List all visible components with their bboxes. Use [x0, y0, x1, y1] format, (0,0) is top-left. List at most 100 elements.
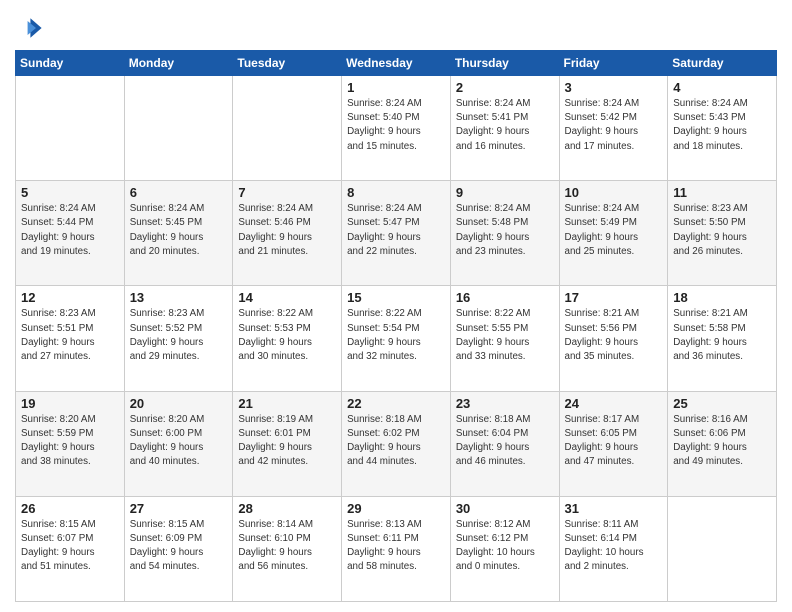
calendar-table: SundayMondayTuesdayWednesdayThursdayFrid… — [15, 50, 777, 602]
day-info: Sunrise: 8:16 AM Sunset: 6:06 PM Dayligh… — [673, 413, 771, 470]
day-info: Sunrise: 8:24 AM Sunset: 5:43 PM Dayligh… — [673, 97, 771, 154]
day-number: 28 — [238, 501, 336, 516]
calendar-header: SundayMondayTuesdayWednesdayThursdayFrid… — [16, 51, 777, 76]
day-number: 29 — [347, 501, 445, 516]
day-info: Sunrise: 8:24 AM Sunset: 5:45 PM Dayligh… — [130, 202, 228, 259]
day-number: 21 — [238, 396, 336, 411]
logo-icon — [15, 14, 43, 42]
day-number: 20 — [130, 396, 228, 411]
day-number: 12 — [21, 290, 119, 305]
day-number: 15 — [347, 290, 445, 305]
day-number: 14 — [238, 290, 336, 305]
day-cell: 7 Sunrise: 8:24 AM Sunset: 5:46 PM Daylig… — [233, 181, 342, 286]
weekday-header-monday: Monday — [124, 51, 233, 76]
day-info: Sunrise: 8:23 AM Sunset: 5:52 PM Dayligh… — [130, 307, 228, 364]
calendar-body: 1 Sunrise: 8:24 AM Sunset: 5:40 PM Daylig… — [16, 76, 777, 602]
day-cell: 22 Sunrise: 8:18 AM Sunset: 6:02 PM Dayli… — [342, 391, 451, 496]
weekday-header-tuesday: Tuesday — [233, 51, 342, 76]
day-cell: 26Sunrise: 8:15 AM Sunset: 6:07 PM Dayli… — [16, 496, 125, 601]
day-cell: 3Sunrise: 8:24 AM Sunset: 5:42 PM Daylig… — [559, 76, 668, 181]
day-info: Sunrise: 8:24 AM Sunset: 5:49 PM Dayligh… — [565, 202, 663, 259]
day-cell: 13 Sunrise: 8:23 AM Sunset: 5:52 PM Dayli… — [124, 286, 233, 391]
day-cell: 11Sunrise: 8:23 AM Sunset: 5:50 PM Dayli… — [668, 181, 777, 286]
day-cell: 10 Sunrise: 8:24 AM Sunset: 5:49 PM Dayli… — [559, 181, 668, 286]
day-number: 22 — [347, 396, 445, 411]
day-number: 3 — [565, 80, 663, 95]
day-number: 25 — [673, 396, 771, 411]
day-info: Sunrise: 8:13 AM Sunset: 6:11 PM Dayligh… — [347, 518, 445, 575]
day-info: Sunrise: 8:22 AM Sunset: 5:53 PM Dayligh… — [238, 307, 336, 364]
day-number: 18 — [673, 290, 771, 305]
day-info: Sunrise: 8:24 AM Sunset: 5:41 PM Dayligh… — [456, 97, 554, 154]
day-info: Sunrise: 8:15 AM Sunset: 6:07 PM Dayligh… — [21, 518, 119, 575]
weekday-header-saturday: Saturday — [668, 51, 777, 76]
day-info: Sunrise: 8:18 AM Sunset: 6:04 PM Dayligh… — [456, 413, 554, 470]
day-info: Sunrise: 8:24 AM Sunset: 5:44 PM Dayligh… — [21, 202, 119, 259]
day-cell: 6 Sunrise: 8:24 AM Sunset: 5:45 PM Daylig… — [124, 181, 233, 286]
day-number: 17 — [565, 290, 663, 305]
day-cell: 30 Sunrise: 8:12 AM Sunset: 6:12 PM Dayli… — [450, 496, 559, 601]
day-cell — [16, 76, 125, 181]
week-row-4: 19 Sunrise: 8:20 AM Sunset: 5:59 PM Dayli… — [16, 391, 777, 496]
day-number: 23 — [456, 396, 554, 411]
day-info: Sunrise: 8:20 AM Sunset: 6:00 PM Dayligh… — [130, 413, 228, 470]
day-info: Sunrise: 8:24 AM Sunset: 5:40 PM Dayligh… — [347, 97, 445, 154]
day-number: 16 — [456, 290, 554, 305]
day-number: 7 — [238, 185, 336, 200]
day-cell: 21 Sunrise: 8:19 AM Sunset: 6:01 PM Dayli… — [233, 391, 342, 496]
day-cell: 4 Sunrise: 8:24 AM Sunset: 5:43 PM Daylig… — [668, 76, 777, 181]
week-row-1: 1 Sunrise: 8:24 AM Sunset: 5:40 PM Daylig… — [16, 76, 777, 181]
day-info: Sunrise: 8:22 AM Sunset: 5:55 PM Dayligh… — [456, 307, 554, 364]
day-number: 6 — [130, 185, 228, 200]
day-cell: 25 Sunrise: 8:16 AM Sunset: 6:06 PM Dayli… — [668, 391, 777, 496]
day-cell: 31 Sunrise: 8:11 AM Sunset: 6:14 PM Dayli… — [559, 496, 668, 601]
day-cell: 19 Sunrise: 8:20 AM Sunset: 5:59 PM Dayli… — [16, 391, 125, 496]
day-cell: 2 Sunrise: 8:24 AM Sunset: 5:41 PM Daylig… — [450, 76, 559, 181]
header — [15, 10, 777, 42]
day-cell: 17 Sunrise: 8:21 AM Sunset: 5:56 PM Dayli… — [559, 286, 668, 391]
day-number: 9 — [456, 185, 554, 200]
logo — [15, 14, 45, 42]
day-info: Sunrise: 8:23 AM Sunset: 5:51 PM Dayligh… — [21, 307, 119, 364]
day-number: 19 — [21, 396, 119, 411]
day-number: 27 — [130, 501, 228, 516]
day-number: 10 — [565, 185, 663, 200]
weekday-row: SundayMondayTuesdayWednesdayThursdayFrid… — [16, 51, 777, 76]
day-cell: 27 Sunrise: 8:15 AM Sunset: 6:09 PM Dayli… — [124, 496, 233, 601]
day-number: 31 — [565, 501, 663, 516]
page: SundayMondayTuesdayWednesdayThursdayFrid… — [0, 0, 792, 612]
day-info: Sunrise: 8:15 AM Sunset: 6:09 PM Dayligh… — [130, 518, 228, 575]
day-info: Sunrise: 8:20 AM Sunset: 5:59 PM Dayligh… — [21, 413, 119, 470]
day-cell: 20 Sunrise: 8:20 AM Sunset: 6:00 PM Dayli… — [124, 391, 233, 496]
day-info: Sunrise: 8:24 AM Sunset: 5:48 PM Dayligh… — [456, 202, 554, 259]
day-cell: 23 Sunrise: 8:18 AM Sunset: 6:04 PM Dayli… — [450, 391, 559, 496]
day-info: Sunrise: 8:19 AM Sunset: 6:01 PM Dayligh… — [238, 413, 336, 470]
day-number: 30 — [456, 501, 554, 516]
day-cell: 12 Sunrise: 8:23 AM Sunset: 5:51 PM Dayli… — [16, 286, 125, 391]
week-row-3: 12 Sunrise: 8:23 AM Sunset: 5:51 PM Dayli… — [16, 286, 777, 391]
day-cell — [668, 496, 777, 601]
day-number: 11 — [673, 185, 771, 200]
day-number: 5 — [21, 185, 119, 200]
day-info: Sunrise: 8:24 AM Sunset: 5:47 PM Dayligh… — [347, 202, 445, 259]
day-cell: 28Sunrise: 8:14 AM Sunset: 6:10 PM Dayli… — [233, 496, 342, 601]
week-row-5: 26Sunrise: 8:15 AM Sunset: 6:07 PM Dayli… — [16, 496, 777, 601]
day-number: 13 — [130, 290, 228, 305]
day-number: 1 — [347, 80, 445, 95]
day-info: Sunrise: 8:18 AM Sunset: 6:02 PM Dayligh… — [347, 413, 445, 470]
day-number: 2 — [456, 80, 554, 95]
day-info: Sunrise: 8:12 AM Sunset: 6:12 PM Dayligh… — [456, 518, 554, 575]
day-info: Sunrise: 8:11 AM Sunset: 6:14 PM Dayligh… — [565, 518, 663, 575]
weekday-header-wednesday: Wednesday — [342, 51, 451, 76]
day-info: Sunrise: 8:21 AM Sunset: 5:56 PM Dayligh… — [565, 307, 663, 364]
day-info: Sunrise: 8:24 AM Sunset: 5:46 PM Dayligh… — [238, 202, 336, 259]
weekday-header-sunday: Sunday — [16, 51, 125, 76]
day-cell: 5 Sunrise: 8:24 AM Sunset: 5:44 PM Daylig… — [16, 181, 125, 286]
day-cell: 14 Sunrise: 8:22 AM Sunset: 5:53 PM Dayli… — [233, 286, 342, 391]
day-cell: 29 Sunrise: 8:13 AM Sunset: 6:11 PM Dayli… — [342, 496, 451, 601]
weekday-header-friday: Friday — [559, 51, 668, 76]
day-cell: 24Sunrise: 8:17 AM Sunset: 6:05 PM Dayli… — [559, 391, 668, 496]
week-row-2: 5 Sunrise: 8:24 AM Sunset: 5:44 PM Daylig… — [16, 181, 777, 286]
day-number: 24 — [565, 396, 663, 411]
day-number: 4 — [673, 80, 771, 95]
